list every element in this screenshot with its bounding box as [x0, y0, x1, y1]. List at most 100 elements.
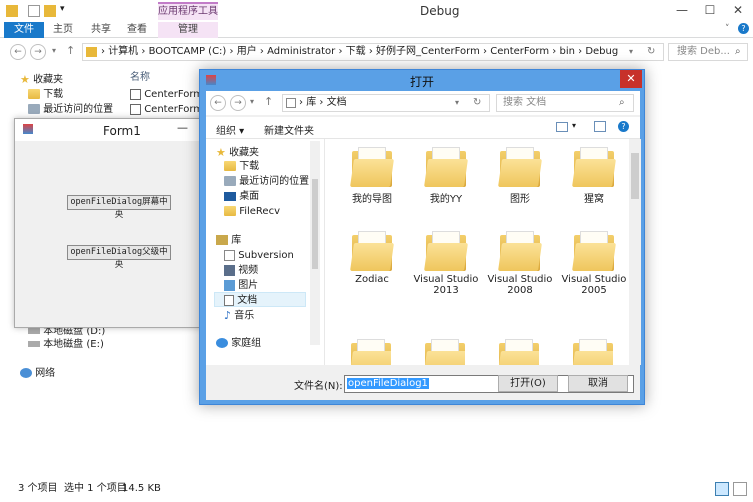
- folder-item-partial[interactable]: [425, 339, 465, 365]
- nav-pictures[interactable]: 图片: [224, 278, 258, 293]
- organize-button[interactable]: 组织 ▾: [216, 122, 244, 137]
- nav-music[interactable]: ♪ 音乐: [224, 308, 254, 323]
- breadcrumb-item[interactable]: Debug: [585, 46, 618, 57]
- folder-label: Visual Studio 2013: [413, 274, 479, 296]
- nav-libraries[interactable]: 库: [216, 233, 241, 248]
- properties-icon[interactable]: [28, 5, 40, 17]
- details-view-icon[interactable]: [715, 482, 729, 496]
- dialog-file-list: 我的导图 我的YY 图形 猩窝 Zodiac Visual Studio 201…: [324, 139, 641, 365]
- file-list-scrollbar[interactable]: [629, 139, 641, 365]
- recent-dropdown-icon[interactable]: ▾: [52, 46, 56, 55]
- new-folder-button[interactable]: 新建文件夹: [264, 122, 314, 137]
- folder-item[interactable]: 我的导图: [335, 147, 409, 205]
- tab-view[interactable]: 查看: [120, 22, 154, 38]
- tab-file[interactable]: 文件: [4, 22, 44, 38]
- tab-home[interactable]: 主页: [46, 22, 80, 38]
- nav-filerecv[interactable]: FileRecv: [224, 204, 280, 219]
- nav-recent[interactable]: 最近访问的位置: [28, 102, 113, 117]
- folder-item-partial[interactable]: [351, 339, 391, 365]
- open-dialog-screen-center-button[interactable]: openFileDialog屏幕中央: [67, 195, 171, 220]
- close-icon[interactable]: ✕: [724, 0, 752, 20]
- tab-manage[interactable]: 管理: [158, 22, 218, 38]
- nav-favorites[interactable]: ★ 收藏夹: [216, 145, 259, 160]
- nav-homegroup[interactable]: 家庭组: [216, 336, 261, 351]
- dialog-search-input[interactable]: 搜索 文档 ⌕: [496, 94, 634, 112]
- folder-item[interactable]: 猩窝: [557, 147, 631, 205]
- breadcrumb-item[interactable]: bin: [559, 46, 574, 57]
- nav-label: 收藏夹: [229, 147, 260, 159]
- breadcrumb-item[interactable]: CenterForm: [490, 46, 549, 57]
- up-icon[interactable]: ↑: [264, 95, 273, 108]
- forward-icon[interactable]: →: [230, 95, 246, 111]
- back-icon[interactable]: ←: [210, 95, 226, 111]
- breadcrumb-item[interactable]: 用户: [237, 46, 257, 57]
- folder-item-partial[interactable]: [573, 339, 613, 365]
- new-folder-icon[interactable]: [44, 5, 56, 17]
- breadcrumb-item[interactable]: 库: [306, 97, 316, 108]
- nav-desktop[interactable]: 桌面: [224, 189, 259, 204]
- minimize-icon[interactable]: —: [668, 0, 696, 20]
- recent-dropdown-icon[interactable]: ▾: [250, 97, 254, 106]
- search-placeholder: 搜索 Deb...: [677, 46, 730, 57]
- cancel-button[interactable]: 取消: [568, 375, 628, 392]
- breadcrumb-item[interactable]: 计算机: [108, 46, 138, 57]
- address-dropdown-icon[interactable]: ▾: [629, 44, 633, 60]
- nav-recent[interactable]: 最近访问的位置: [224, 174, 309, 189]
- folder-item[interactable]: Visual Studio 2013: [409, 231, 483, 296]
- address-box[interactable]: › 计算机 › BOOTCAMP (C:) › 用户 › Administrat…: [82, 43, 664, 61]
- change-view-icon[interactable]: [556, 122, 568, 132]
- folder-item-partial[interactable]: [499, 339, 539, 365]
- nav-network[interactable]: 网络: [20, 366, 55, 381]
- recent-places-icon: [224, 176, 236, 186]
- help-icon[interactable]: ?: [738, 23, 749, 34]
- breadcrumb-item[interactable]: BOOTCAMP (C:): [149, 46, 227, 57]
- video-icon: [224, 264, 235, 276]
- nav-documents[interactable]: 文档: [214, 292, 306, 307]
- folder-icon: [350, 231, 394, 271]
- nav-label: 视频: [238, 265, 259, 276]
- folder-item[interactable]: Visual Studio 2008: [483, 231, 557, 296]
- scrollbar-thumb[interactable]: [312, 179, 318, 269]
- maximize-icon[interactable]: ☐: [696, 0, 724, 20]
- up-icon[interactable]: ↑: [66, 44, 75, 57]
- breadcrumb-item[interactable]: 好例子网_CenterForm: [376, 46, 480, 57]
- scrollbar-thumb[interactable]: [631, 153, 639, 199]
- large-icons-view-icon[interactable]: [733, 482, 747, 496]
- folder-item[interactable]: 图形: [483, 147, 557, 205]
- refresh-icon[interactable]: ↻: [647, 44, 655, 60]
- breadcrumb-item[interactable]: Administrator: [267, 46, 335, 57]
- nav-favorites[interactable]: ★ 收藏夹: [20, 72, 63, 87]
- breadcrumb-item[interactable]: 下载: [346, 46, 366, 57]
- help-icon[interactable]: ?: [618, 121, 629, 132]
- document-icon: [224, 294, 234, 306]
- dialog-titlebar: 打开 ✕: [200, 70, 644, 90]
- folder-icon: [572, 231, 616, 271]
- search-input[interactable]: 搜索 Deb... ⌕: [668, 43, 748, 61]
- forward-icon[interactable]: →: [30, 44, 46, 60]
- open-dialog-parent-center-button[interactable]: openFileDialog父级中央: [67, 245, 171, 270]
- nav-downloads[interactable]: 下载: [28, 87, 63, 102]
- folder-item[interactable]: Visual Studio 2005: [557, 231, 631, 296]
- tab-share[interactable]: 共享: [84, 22, 118, 38]
- folder-item[interactable]: 我的YY: [409, 147, 483, 205]
- qat-dropdown-icon[interactable]: ▾: [60, 4, 65, 14]
- close-icon[interactable]: ✕: [620, 70, 642, 88]
- refresh-icon[interactable]: ↻: [473, 95, 481, 111]
- nav-videos[interactable]: 视频: [224, 263, 258, 278]
- open-button[interactable]: 打开(O): [498, 375, 558, 392]
- column-header-name[interactable]: 名称: [130, 68, 150, 83]
- minimize-icon[interactable]: —: [177, 121, 188, 134]
- address-dropdown-icon[interactable]: ▾: [455, 95, 459, 111]
- breadcrumb-item[interactable]: 文档: [327, 97, 347, 108]
- folder-icon: [498, 147, 542, 187]
- folder-item[interactable]: Zodiac: [335, 231, 409, 285]
- nav-local-disk-e[interactable]: 本地磁盘 (E:): [28, 337, 104, 352]
- nav-scrollbar[interactable]: [310, 141, 320, 345]
- nav-downloads[interactable]: 下载: [224, 159, 259, 174]
- back-icon[interactable]: ←: [10, 44, 26, 60]
- preview-pane-icon[interactable]: [594, 121, 606, 132]
- dialog-address-box[interactable]: › 库 › 文档 ▾ ↻: [282, 94, 490, 112]
- nav-subversion[interactable]: Subversion: [224, 248, 294, 263]
- expand-ribbon-icon[interactable]: ˅: [725, 24, 730, 34]
- view-dropdown-icon[interactable]: ▾: [572, 121, 576, 130]
